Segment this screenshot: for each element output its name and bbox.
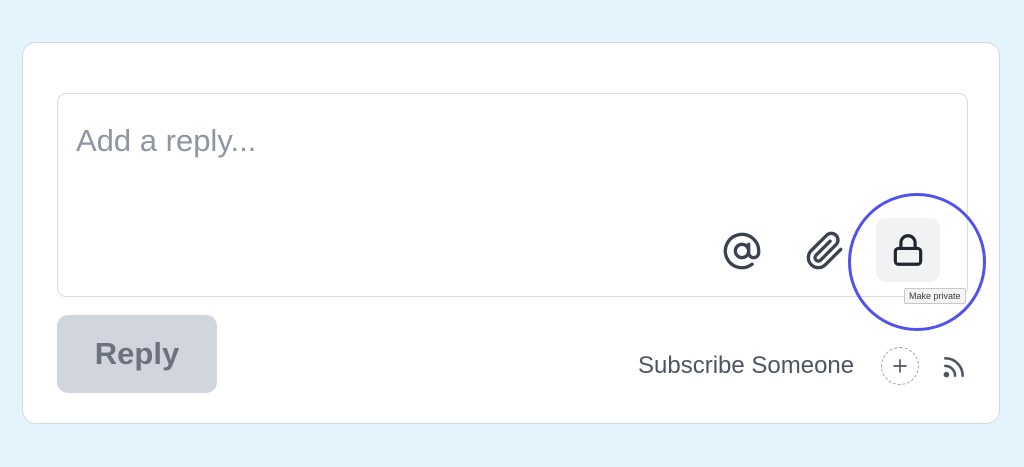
add-subscriber-button[interactable] (881, 347, 919, 385)
lock-icon (893, 234, 923, 266)
reply-button[interactable]: Reply (57, 315, 217, 393)
attach-button[interactable] (804, 228, 846, 274)
paperclip-icon (806, 231, 843, 270)
at-sign-icon (723, 232, 761, 270)
plus-icon (893, 359, 907, 373)
make-private-button[interactable] (876, 218, 940, 282)
make-private-tooltip: Make private (904, 288, 966, 304)
reply-composer[interactable] (57, 93, 968, 297)
mention-button[interactable] (721, 230, 763, 272)
rss-button[interactable] (940, 353, 968, 381)
reply-input[interactable] (76, 116, 936, 166)
rss-icon (943, 357, 964, 378)
subscribe-someone-link[interactable]: Subscribe Someone (638, 348, 854, 384)
